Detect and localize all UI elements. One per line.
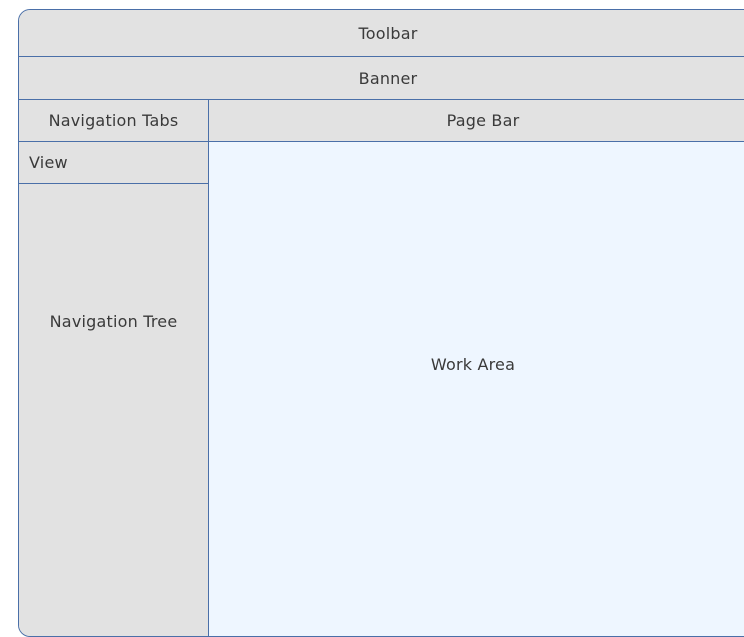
- view-label: View: [29, 153, 68, 172]
- navigation-tree-label: Navigation Tree: [49, 312, 178, 331]
- page-bar-region: Page Bar: [209, 100, 744, 142]
- toolbar-region: Toolbar: [19, 10, 744, 57]
- navigation-tabs-label: Navigation Tabs: [48, 111, 179, 130]
- toolbar-label: Toolbar: [358, 23, 418, 43]
- work-area-region: Work Area: [209, 142, 744, 636]
- banner-label: Banner: [358, 68, 418, 88]
- navigation-tabs-region: Navigation Tabs: [19, 100, 209, 142]
- work-area-label: Work Area: [430, 354, 516, 374]
- view-region: View: [19, 142, 209, 184]
- page-bar-label: Page Bar: [446, 111, 520, 130]
- layout-frame: Toolbar Banner Navigation Tabs Page Bar …: [18, 9, 744, 637]
- navigation-tree-region: Navigation Tree: [19, 184, 209, 636]
- banner-region: Banner: [19, 57, 744, 100]
